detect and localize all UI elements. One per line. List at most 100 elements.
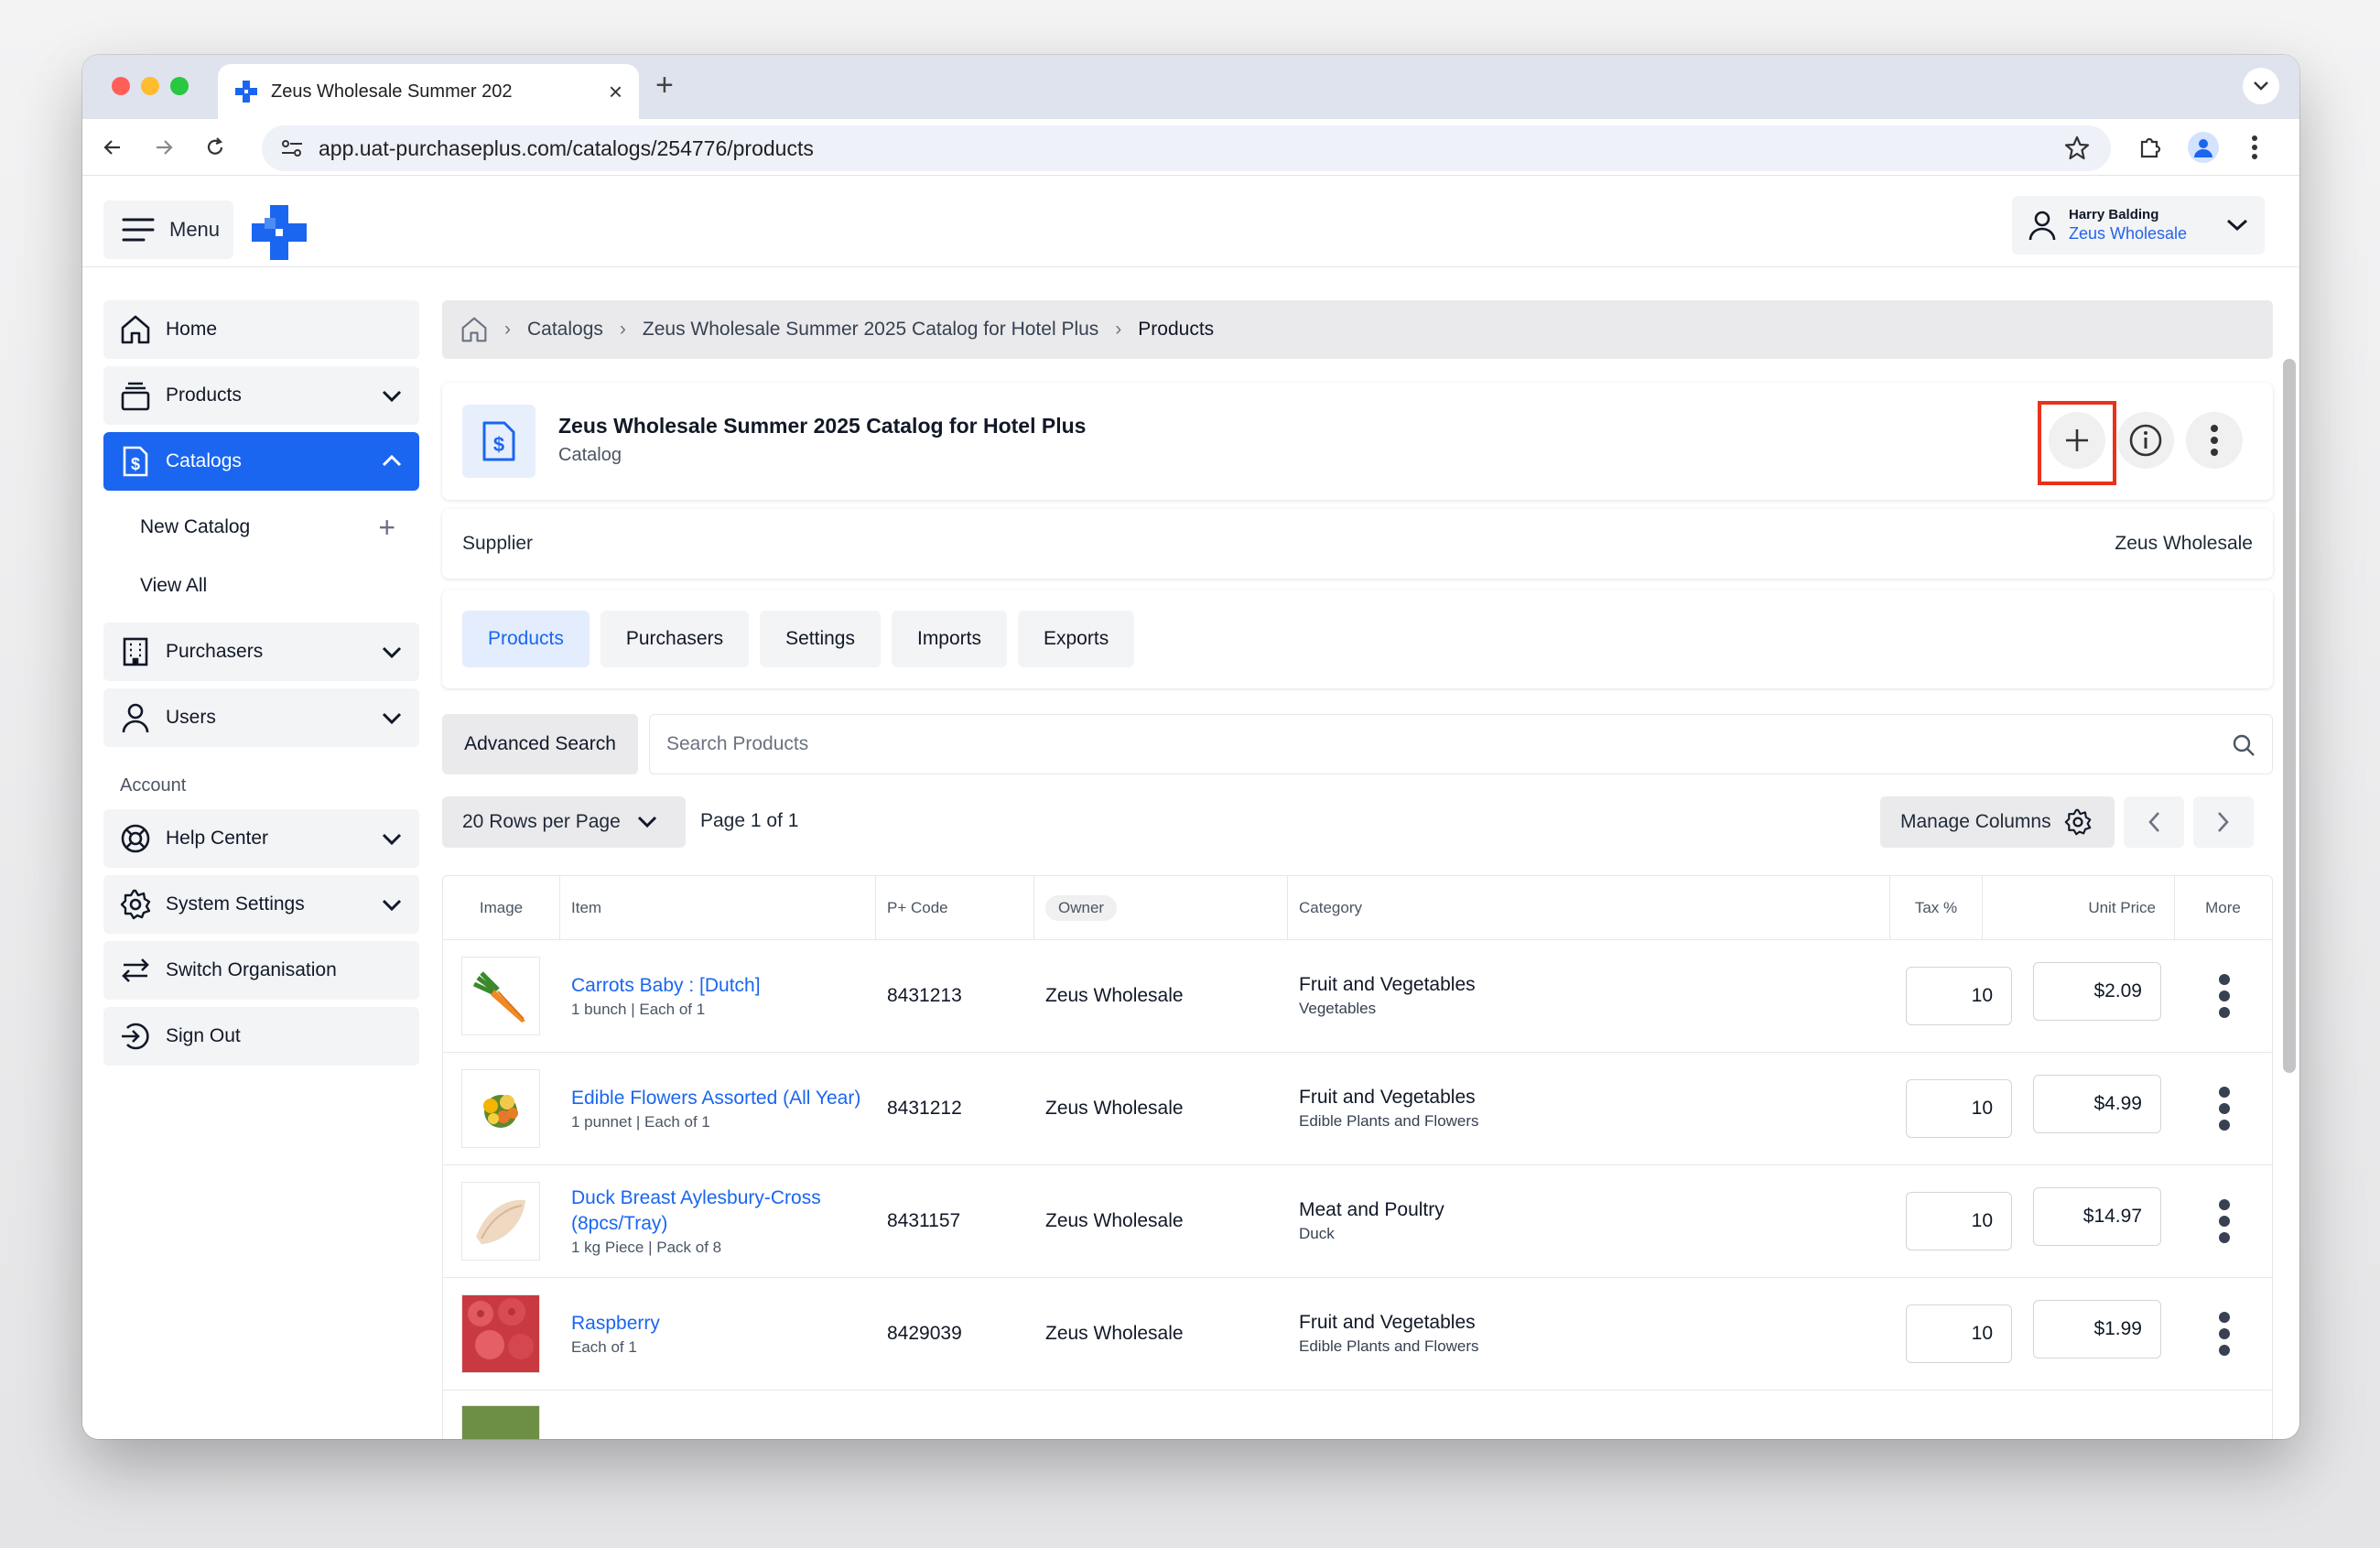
- product-category: Fruit and Vegetables: [1299, 974, 1476, 995]
- dollar-document-icon: $: [123, 446, 148, 477]
- purchaseplus-logo[interactable]: [252, 205, 307, 260]
- row-more-button[interactable]: [2176, 940, 2272, 1052]
- more-options-button[interactable]: [2186, 412, 2243, 469]
- column-header-owner[interactable]: Owner: [1034, 876, 1288, 939]
- table-row: Edible Flowers Assorted (All Year) 1 pun…: [443, 1053, 2272, 1165]
- tab-search-button[interactable]: [2243, 68, 2279, 104]
- extensions-button[interactable]: [2133, 130, 2168, 165]
- product-name-link[interactable]: Carrots Baby : [Dutch]: [571, 973, 761, 999]
- home-icon[interactable]: [460, 316, 488, 343]
- product-name-link[interactable]: Duck Breast Aylesbury-Cross (8pcs/Tray): [571, 1185, 876, 1237]
- browser-menu-button[interactable]: [2237, 130, 2272, 165]
- sidebar-item-catalogs[interactable]: $ Catalogs: [103, 432, 419, 491]
- tax-cell: 10: [1890, 1053, 2018, 1164]
- back-button[interactable]: [95, 130, 130, 165]
- tax-input[interactable]: 10: [1906, 1079, 2012, 1138]
- column-header-tax[interactable]: Tax %: [1890, 876, 1983, 939]
- product-image-cell: [443, 1165, 560, 1277]
- tab-close-icon[interactable]: ×: [609, 78, 622, 106]
- tax-cell: 10: [1890, 940, 2018, 1052]
- building-icon: [123, 637, 148, 666]
- reload-icon: [207, 137, 223, 155]
- plus-icon[interactable]: +: [378, 511, 395, 545]
- maximize-window-button[interactable]: [170, 77, 189, 95]
- tab-exports[interactable]: Exports: [1018, 611, 1135, 667]
- browser-tab[interactable]: Zeus Wholesale Summer 202 ×: [218, 64, 639, 119]
- info-button[interactable]: [2117, 412, 2174, 469]
- item-cell: Duck Breast Aylesbury-Cross (8pcs/Tray) …: [560, 1165, 876, 1277]
- page-scrollbar[interactable]: [2283, 359, 2296, 1073]
- column-header-category[interactable]: Category: [1288, 876, 1890, 939]
- unit-price-input[interactable]: $1.99: [2033, 1300, 2161, 1359]
- breadcrumb-catalog-name[interactable]: Zeus Wholesale Summer 2025 Catalog for H…: [643, 319, 1098, 341]
- sidebar-item-label: Home: [166, 319, 218, 340]
- tab-settings[interactable]: Settings: [760, 611, 881, 667]
- sidebar-item-help-center[interactable]: Help Center: [103, 809, 419, 868]
- scrollbar-thumb[interactable]: [2283, 359, 2296, 1073]
- sidebar-item-label: Catalogs: [166, 450, 242, 471]
- rows-per-page-value: 20 Rows per Page: [462, 811, 621, 832]
- tab-imports[interactable]: Imports: [891, 611, 1007, 667]
- user-name: Harry Balding: [2069, 207, 2159, 222]
- product-owner: Zeus Wholesale: [1045, 1210, 1184, 1231]
- column-header-more: More: [2205, 898, 2241, 916]
- advanced-search-button[interactable]: Advanced Search: [442, 714, 638, 774]
- chevron-down-icon: [382, 899, 402, 912]
- tax-input[interactable]: 10: [1906, 1192, 2012, 1250]
- product-image-cell: [443, 1053, 560, 1164]
- reload-button[interactable]: [198, 130, 233, 165]
- sidebar-item-home[interactable]: Home: [103, 300, 419, 359]
- menu-label: Menu: [169, 218, 221, 241]
- chevron-down-icon: [382, 646, 402, 659]
- sidebar-sub-new-catalog[interactable]: New Catalog +: [103, 498, 419, 557]
- close-window-button[interactable]: [112, 77, 130, 95]
- breadcrumb-catalogs[interactable]: Catalogs: [527, 319, 603, 341]
- new-tab-button[interactable]: +: [655, 68, 674, 103]
- chevron-down-icon: [2226, 219, 2248, 232]
- sidebar-item-switch-organisation[interactable]: Switch Organisation: [103, 941, 419, 1000]
- address-bar[interactable]: app.uat-purchaseplus.com/catalogs/254776…: [262, 125, 2111, 171]
- row-more-button[interactable]: [2176, 1278, 2272, 1390]
- sidebar-item-purchasers[interactable]: Purchasers: [103, 622, 419, 681]
- user-organisation: Zeus Wholesale: [2069, 224, 2188, 243]
- column-header-item[interactable]: Item: [560, 876, 876, 939]
- minimize-window-button[interactable]: [141, 77, 159, 95]
- product-subcategory: Vegetables: [1299, 1000, 1377, 1017]
- rows-per-page-select[interactable]: 20 Rows per Page: [442, 796, 686, 848]
- unit-price-input[interactable]: $2.09: [2033, 962, 2161, 1021]
- tax-input[interactable]: 10: [1906, 967, 2012, 1025]
- sidebar-item-users[interactable]: Users: [103, 688, 419, 747]
- column-header-unit-price[interactable]: Unit Price: [1983, 876, 2175, 939]
- sidebar-item-label: Purchasers: [166, 641, 264, 662]
- profile-button[interactable]: [2186, 130, 2221, 165]
- forward-button[interactable]: [146, 130, 181, 165]
- app-header: Menu Harry Balding Zeus Wholesale: [82, 176, 2299, 267]
- menu-button[interactable]: Menu: [103, 200, 233, 259]
- column-header-code[interactable]: P+ Code: [876, 876, 1034, 939]
- user-menu[interactable]: Harry Balding Zeus Wholesale: [2012, 196, 2265, 254]
- row-more-button[interactable]: [2176, 1053, 2272, 1164]
- product-name-link[interactable]: Raspberry: [571, 1311, 660, 1337]
- sidebar-item-products[interactable]: Products: [103, 366, 419, 425]
- previous-page-button[interactable]: [2124, 796, 2184, 848]
- sidebar-item-system-settings[interactable]: System Settings: [103, 875, 419, 934]
- row-more-button[interactable]: [2176, 1165, 2272, 1277]
- unit-price-input[interactable]: $4.99: [2033, 1075, 2161, 1133]
- unit-price-input[interactable]: $14.97: [2033, 1187, 2161, 1246]
- sidebar-item-sign-out[interactable]: Sign Out: [103, 1007, 419, 1066]
- product-category: Fruit and Vegetables: [1299, 1312, 1476, 1333]
- bookmark-star-icon[interactable]: [2063, 135, 2091, 167]
- page-title: Zeus Wholesale Summer 2025 Catalog for H…: [558, 414, 1087, 438]
- tax-input[interactable]: 10: [1906, 1304, 2012, 1363]
- tab-purchasers[interactable]: Purchasers: [600, 611, 750, 667]
- profile-avatar-icon: [2188, 132, 2219, 163]
- manage-columns-button[interactable]: Manage Columns: [1880, 796, 2115, 848]
- next-page-button[interactable]: [2193, 796, 2254, 848]
- product-name-link[interactable]: Edible Flowers Assorted (All Year): [571, 1086, 860, 1111]
- tab-products[interactable]: Products: [462, 611, 590, 667]
- site-settings-icon[interactable]: [280, 138, 304, 158]
- sidebar: Home Products $ Catalogs New Catalog + V…: [103, 300, 419, 1073]
- search-input[interactable]: Search Products: [649, 714, 2273, 774]
- sidebar-sub-view-all[interactable]: View All: [103, 557, 419, 615]
- table-row: Carrots Baby : [Dutch] 1 bunch | Each of…: [443, 940, 2272, 1053]
